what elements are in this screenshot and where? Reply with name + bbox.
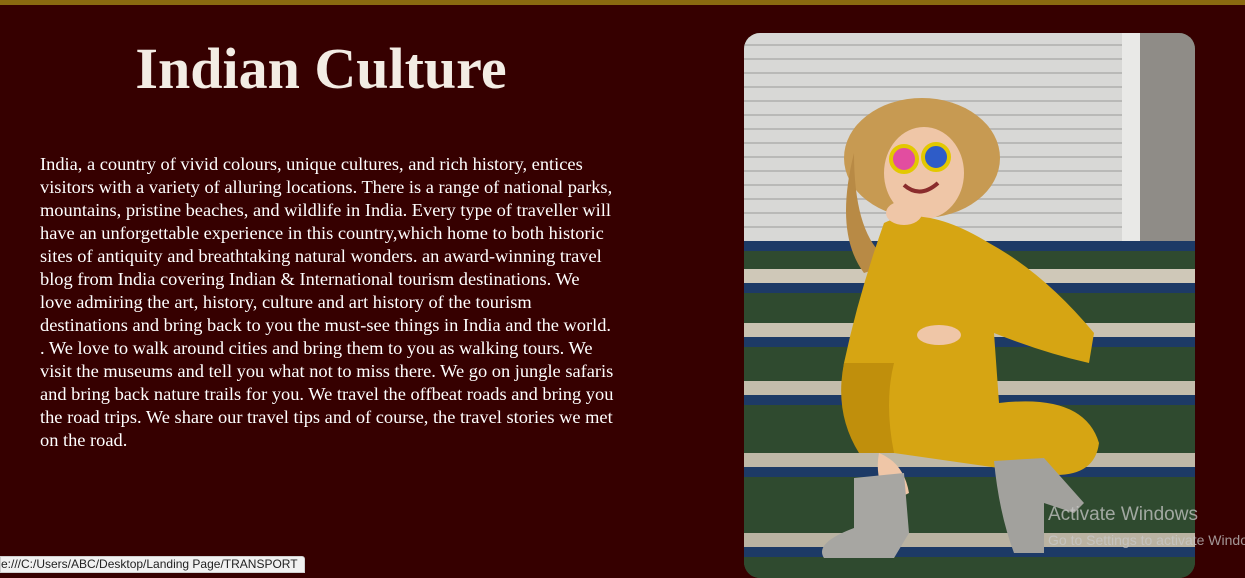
watermark-subtitle: Go to Settings to activate Windows. [1048, 532, 1245, 548]
woman-on-stairs-photo [744, 33, 1195, 578]
hero-photo [744, 33, 1195, 578]
intro-paragraph: India, a country of vivid colours, uniqu… [40, 154, 614, 450]
browser-status-bar: e:///C:/Users/ABC/Desktop/Landing Page/T… [0, 556, 305, 573]
page-title: Indian Culture [135, 36, 507, 101]
top-border [0, 0, 1245, 5]
activate-windows-watermark: Activate Windows Go to Settings to activ… [1048, 504, 1245, 550]
watermark-title: Activate Windows [1048, 504, 1198, 525]
